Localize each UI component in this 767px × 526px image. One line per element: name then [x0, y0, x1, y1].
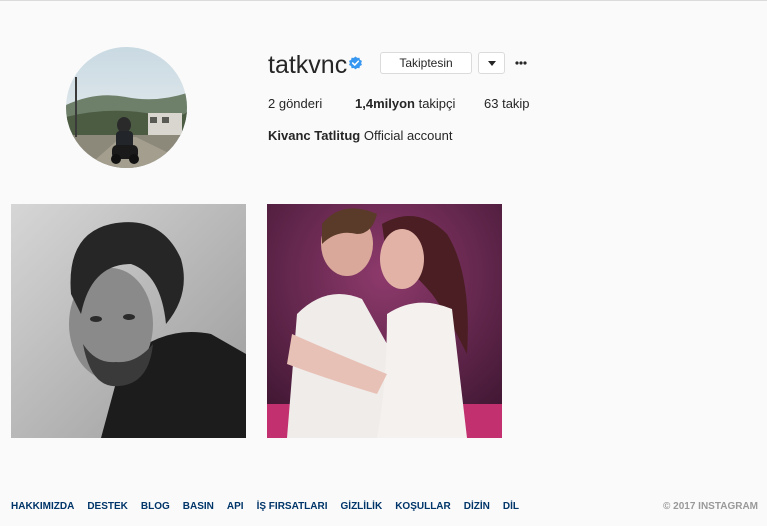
posts-count-label: gönderi [275, 96, 323, 111]
post-thumbnail-1[interactable] [11, 204, 246, 438]
footer-link-support[interactable]: DESTEK [87, 501, 128, 512]
chevron-down-icon [487, 60, 496, 66]
footer-link-about[interactable]: HAKKIMIZDA [11, 501, 74, 512]
footer-link-directory[interactable]: DİZİN [464, 501, 490, 512]
footer-link-terms[interactable]: KOŞULLAR [395, 501, 451, 512]
more-options-icon [515, 61, 527, 65]
footer-link-press[interactable]: BASIN [183, 501, 214, 512]
followers-count[interactable]: 1,4milyon takipçi [355, 96, 455, 111]
profile-avatar[interactable] [66, 47, 187, 168]
followers-count-value: 1,4milyon [355, 96, 415, 111]
profile-bio-text: Official account [363, 128, 453, 143]
posts-count: 2 gönderi [268, 96, 322, 111]
footer-link-language[interactable]: DİL [503, 501, 519, 512]
avatar-image [66, 47, 187, 168]
profile-bio: Kivanc Tatlitug Official account [268, 128, 452, 143]
profile-username: tatkvnc [268, 51, 348, 79]
following-count-label: takip [498, 96, 530, 111]
more-options-button[interactable] [513, 55, 529, 71]
following-count-value: 63 [484, 96, 499, 111]
footer-link-blog[interactable]: BLOG [141, 501, 170, 512]
top-border [0, 0, 767, 1]
suggestions-dropdown-button[interactable] [478, 52, 505, 74]
post-thumbnail-2[interactable] [267, 204, 502, 438]
footer-link-privacy[interactable]: GİZLİLİK [341, 501, 383, 512]
footer-nav: HAKKIMIZDA DESTEK BLOG BASIN API İŞ FIRS… [11, 501, 532, 512]
following-count[interactable]: 63 takip [484, 96, 530, 111]
footer-link-jobs[interactable]: İŞ FIRSATLARI [257, 501, 328, 512]
profile-full-name: Kivanc Tatlitug [268, 128, 361, 143]
post-image-couple [267, 204, 502, 438]
footer-link-api[interactable]: API [227, 501, 244, 512]
following-button[interactable]: Takiptesin [380, 52, 472, 74]
footer-copyright: © 2017 INSTAGRAM [663, 501, 758, 512]
verified-badge-icon [349, 56, 362, 70]
followers-count-label: takipçi [414, 96, 456, 111]
post-image-portrait [11, 204, 246, 438]
